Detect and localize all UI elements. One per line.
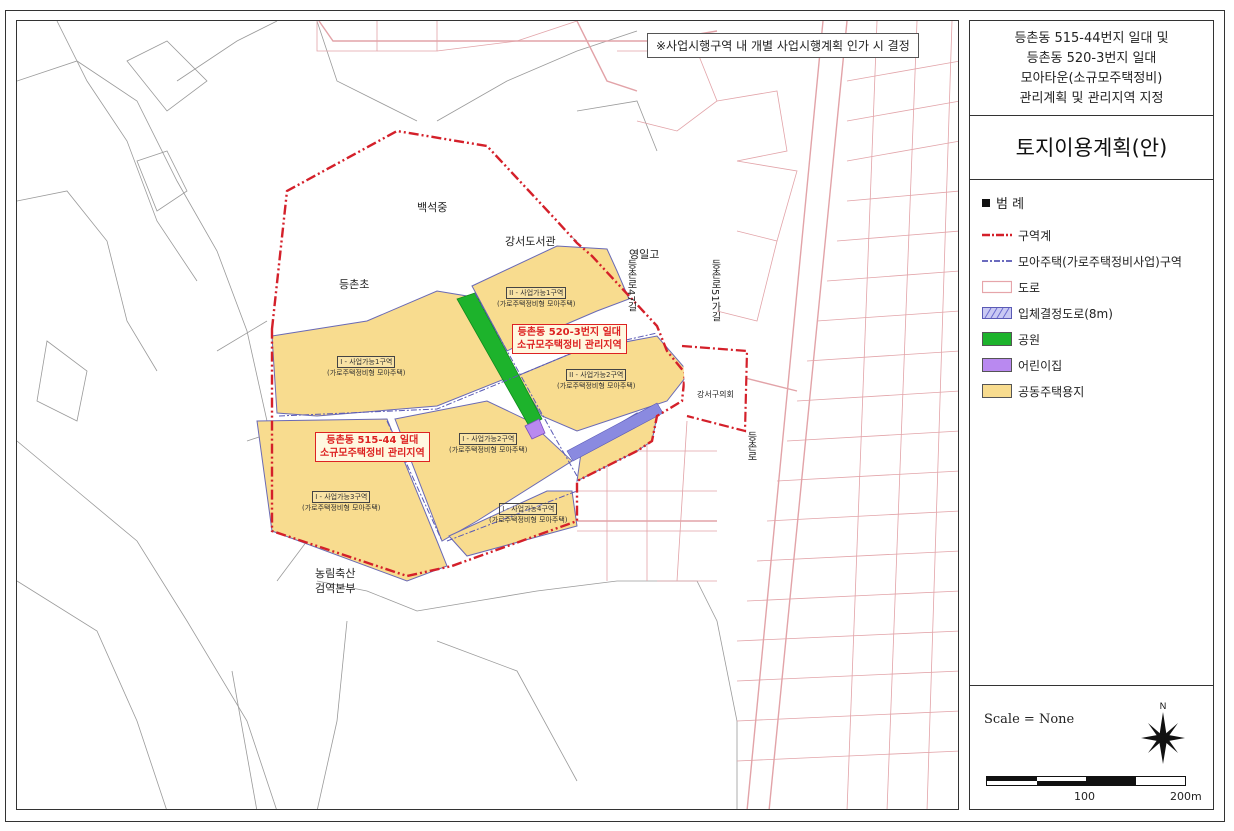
legend-item-daycare: 어린이집 bbox=[982, 354, 1207, 376]
park-swatch-icon bbox=[982, 332, 1012, 346]
legend-item-road: 도로 bbox=[982, 276, 1207, 298]
scale-text: Scale = None bbox=[984, 712, 1075, 727]
road-label-main: 등촌로 bbox=[745, 431, 756, 461]
boundary-swatch-icon bbox=[982, 233, 1012, 237]
zone-label-i-2: I - 사업가능2구역 (가로주택정비형 모아주택) bbox=[449, 433, 528, 454]
management-area-520-3: 등촌동 520-3번지 일대 소규모주택정비 관리지역 bbox=[512, 324, 627, 354]
svg-text:N: N bbox=[1160, 701, 1167, 711]
scale-bar bbox=[986, 776, 1186, 786]
place-council: 강서구의회 bbox=[697, 390, 734, 399]
legend-item-road3d: 입체결정도로(8m) bbox=[982, 302, 1207, 324]
place-library: 강서도서관 bbox=[505, 235, 556, 248]
road-label-47: 등촌로47길 bbox=[625, 259, 636, 312]
zone-label-i-1: I - 사업가능1구역 (가로주택정비형 모아주택) bbox=[327, 356, 406, 377]
management-area-515-44: 등촌동 515-44 일대 소규모주택정비 관리지역 bbox=[315, 432, 430, 462]
place-quarantine-2: 검역본부 bbox=[315, 582, 356, 595]
title-line-2: 등촌동 520-3번지 일대 bbox=[1026, 50, 1157, 66]
zone-label-i-4: I - 사업가능4구역 (가로주택정비형 모아주택) bbox=[489, 503, 568, 524]
place-deungchon-elem: 등촌초 bbox=[339, 278, 370, 291]
plan-subtitle: 토지이용계획(안) bbox=[970, 115, 1213, 180]
legend-item-park: 공원 bbox=[982, 328, 1207, 350]
zone-label-ii-1: II - 사업가능1구역 (가로주택정비형 모아주택) bbox=[497, 287, 576, 308]
notice-box: ※사업시행구역 내 개별 사업시행계획 인가 시 결정 bbox=[647, 33, 919, 58]
place-baekseok: 백석중 bbox=[417, 201, 448, 214]
plan-title: 등촌동 515-44번지 일대 및 등촌동 520-3번지 일대 모아타운(소규… bbox=[970, 21, 1213, 116]
side-panel: 등촌동 515-44번지 일대 및 등촌동 520-3번지 일대 모아타운(소규… bbox=[969, 20, 1214, 810]
title-line-3: 모아타운(소규모주택정비) bbox=[1020, 70, 1163, 86]
square-bullet-icon bbox=[982, 198, 990, 207]
scale-label-200: 200m bbox=[1170, 790, 1202, 803]
title-line-4: 관리계획 및 관리지역 지정 bbox=[1019, 90, 1164, 106]
land-use-map[interactable]: ※사업시행구역 내 개별 사업시행계획 인가 시 결정 백석중 강서도서관 영일… bbox=[16, 20, 959, 810]
place-quarantine-1: 농림축산 bbox=[315, 567, 356, 580]
scale-label-100: 100 bbox=[1074, 790, 1095, 803]
map-canvas bbox=[17, 21, 958, 809]
legend: 범 례 구역계 모아주택(가로주택정비사업)구역 도로 입체결정도로(8m) 공… bbox=[982, 193, 1207, 406]
moa-swatch-icon bbox=[982, 260, 1012, 262]
scale-section: Scale = None N 100 200m bbox=[970, 685, 1213, 812]
north-arrow-icon: N bbox=[1141, 701, 1185, 764]
daycare-swatch-icon bbox=[982, 358, 1012, 372]
legend-title: 범 례 bbox=[982, 193, 1207, 212]
legend-item-boundary: 구역계 bbox=[982, 224, 1207, 246]
legend-item-moa: 모아주택(가로주택정비사업)구역 bbox=[982, 250, 1207, 272]
legend-item-housing: 공동주택용지 bbox=[982, 380, 1207, 402]
road-label-51: 등촌로51가길 bbox=[709, 259, 720, 322]
road3d-swatch-icon bbox=[982, 307, 1012, 319]
zone-label-ii-2: II - 사업가능2구역 (가로주택정비형 모아주택) bbox=[557, 369, 636, 390]
road-swatch-icon bbox=[982, 280, 1012, 294]
zone-label-i-3: I - 사업가능3구역 (가로주택정비형 모아주택) bbox=[302, 491, 381, 512]
title-line-1: 등촌동 515-44번지 일대 및 bbox=[1014, 30, 1169, 46]
housing-swatch-icon bbox=[982, 384, 1012, 398]
